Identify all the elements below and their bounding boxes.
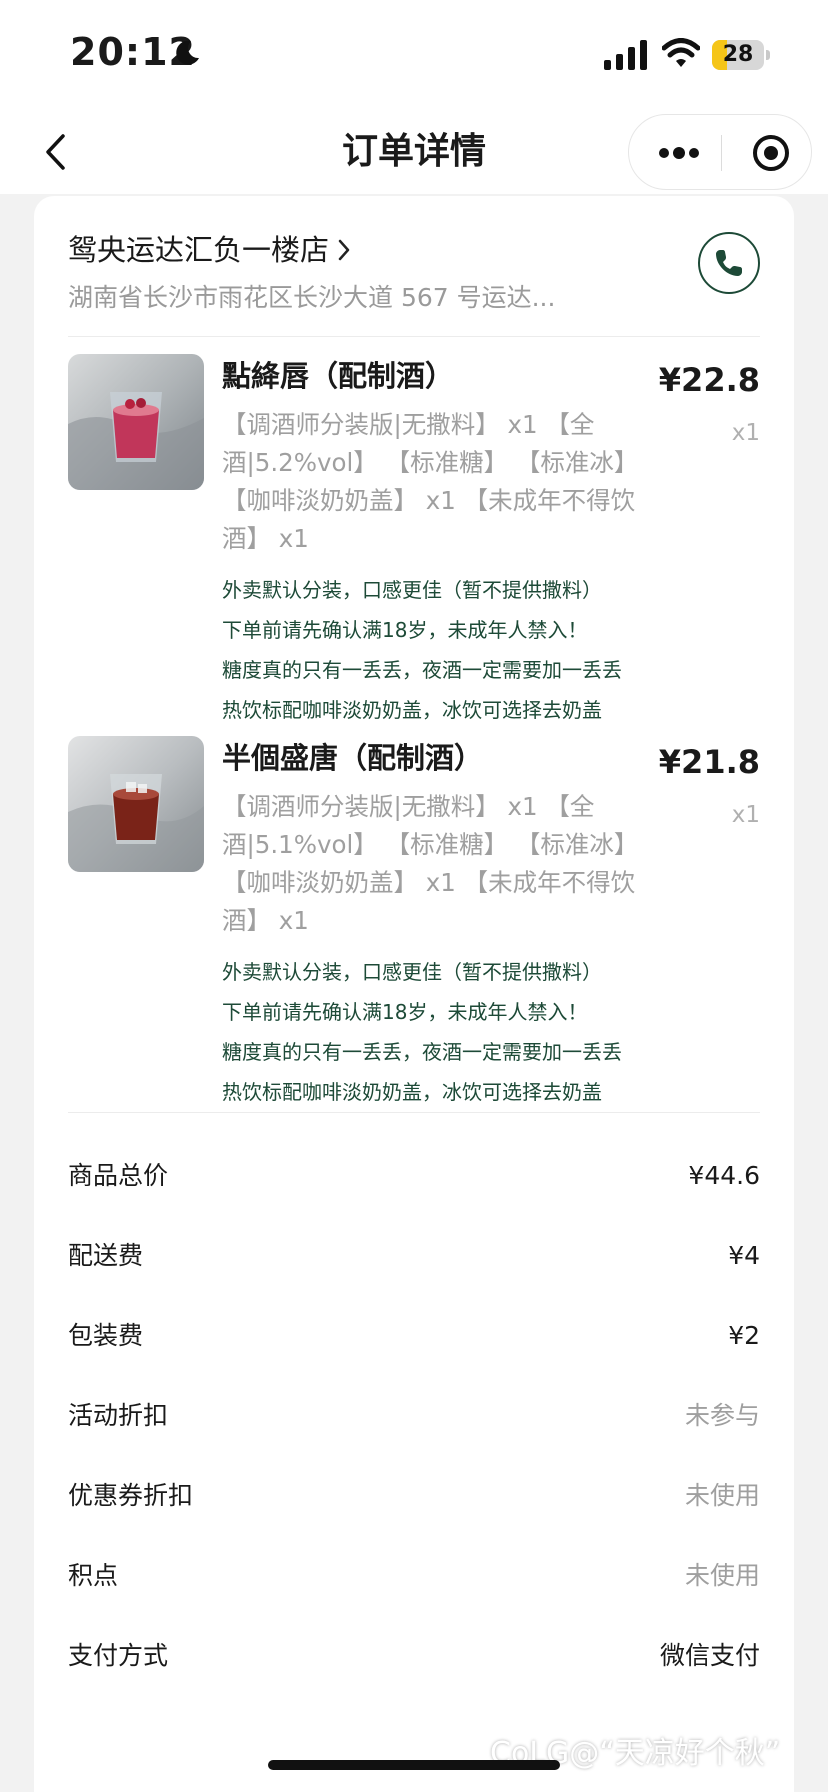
product-note: 热饮标配咖啡淡奶奶盖，冰饮可选择去奶盖 (222, 1080, 602, 1104)
divider (68, 1112, 760, 1113)
mini-program-capsule (628, 114, 812, 190)
fee-label: 商品总价 (68, 1161, 169, 1190)
product-name: 半個盛唐（配制酒） (222, 741, 484, 775)
close-button[interactable] (741, 115, 801, 191)
fee-value: ¥44.6 (688, 1161, 760, 1190)
fee-row-packaging: 包装费 ¥2 (68, 1314, 760, 1358)
product-spec: 【调酒师分装版|无撒料】 x1 【全酒|5.1%vol】 【标准糖】 【标准冰】… (222, 792, 639, 935)
battery-indicator: 28 (712, 40, 770, 70)
product-note: 外卖默认分装，口感更佳（暂不提供撒料） (222, 960, 602, 984)
product-note: 外卖默认分装，口感更佳（暂不提供撒料） (222, 578, 602, 602)
page-title: 订单详情 (341, 131, 486, 172)
fee-value: ¥2 (728, 1321, 760, 1350)
product-image (68, 354, 204, 490)
product-spec: 【调酒师分装版|无撒料】 x1 【全酒|5.2%vol】 【标准糖】 【标准冰】… (222, 410, 639, 553)
fee-label: 优惠券折扣 (68, 1481, 194, 1510)
fee-value: 未参与 (684, 1401, 760, 1430)
capsule-divider (721, 135, 722, 171)
home-indicator (268, 1760, 560, 1770)
fee-row-coupon: 优惠券折扣 未使用 (68, 1474, 760, 1518)
product-notes: 外卖默认分装，口感更佳（暂不提供撒料） 下单前请先确认满18岁，未成年人禁入！ … (222, 952, 692, 1112)
nav-bar: 订单详情 (0, 110, 828, 194)
fee-row-delivery: 配送费 ¥4 (68, 1234, 760, 1278)
fee-label: 支付方式 (68, 1641, 169, 1670)
close-target-icon (753, 135, 789, 171)
store-name: 鸳央运达汇负一楼店 (68, 233, 330, 267)
product-image (68, 736, 204, 872)
product-name: 點絳唇（配制酒） (222, 359, 455, 393)
phone-icon (716, 250, 742, 276)
fee-row-points: 积点 未使用 (68, 1554, 760, 1598)
order-detail-card: 鸳央运达汇负一楼店 湖南省长沙市雨花区长沙大道 567 号运达... 點絳唇（配… (34, 196, 794, 1792)
product-quantity: x1 (731, 420, 760, 446)
fee-value: 未使用 (684, 1561, 760, 1590)
more-button[interactable] (647, 115, 711, 191)
fee-label: 包装费 (68, 1321, 144, 1350)
call-store-button[interactable] (698, 232, 760, 294)
product-price: ¥22.8 (658, 361, 760, 399)
product-item[interactable]: 半個盛唐（配制酒） ¥21.8 x1 【调酒师分装版|无撒料】 x1 【全酒|5… (68, 736, 760, 1106)
status-bar: 20:12 28 (0, 0, 828, 110)
wifi-icon (662, 38, 700, 67)
product-note: 下单前请先确认满18岁，未成年人禁入！ (222, 1000, 588, 1024)
fee-label: 积点 (68, 1561, 119, 1590)
chevron-left-icon (46, 134, 65, 170)
fee-value: 微信支付 (659, 1641, 760, 1670)
chevron-right-icon (338, 239, 350, 261)
moon-icon (176, 40, 199, 65)
battery-text: 28 (722, 42, 754, 67)
fee-label: 活动折扣 (68, 1401, 169, 1430)
more-dots-icon (659, 147, 699, 159)
store-name-link[interactable]: 鸳央运达汇负一楼店 (68, 230, 351, 270)
fee-label: 配送费 (68, 1241, 144, 1270)
product-note: 糖度真的只有一丢丢，夜酒一定需要加一丢丢 (222, 1040, 622, 1064)
product-item[interactable]: 點絳唇（配制酒） ¥22.8 x1 【调酒师分装版|无撒料】 x1 【全酒|5.… (68, 354, 760, 724)
store-address: 湖南省长沙市雨花区长沙大道 567 号运达... (68, 283, 556, 312)
product-note: 热饮标配咖啡淡奶奶盖，冰饮可选择去奶盖 (222, 698, 602, 722)
fee-row-subtotal: 商品总价 ¥44.6 (68, 1154, 760, 1198)
signal-icon (604, 40, 647, 70)
divider (68, 336, 760, 337)
product-quantity: x1 (731, 802, 760, 828)
back-button[interactable] (28, 124, 82, 180)
product-note: 糖度真的只有一丢丢，夜酒一定需要加一丢丢 (222, 658, 622, 682)
fee-value: ¥4 (728, 1241, 760, 1270)
fee-value: 未使用 (684, 1481, 760, 1510)
product-note: 下单前请先确认满18岁，未成年人禁入！ (222, 618, 588, 642)
product-notes: 外卖默认分装，口感更佳（暂不提供撒料） 下单前请先确认满18岁，未成年人禁入！ … (222, 570, 692, 730)
fee-row-payment-method: 支付方式 微信支付 (68, 1634, 760, 1678)
product-price: ¥21.8 (658, 743, 760, 781)
fee-row-promotion: 活动折扣 未参与 (68, 1394, 760, 1438)
